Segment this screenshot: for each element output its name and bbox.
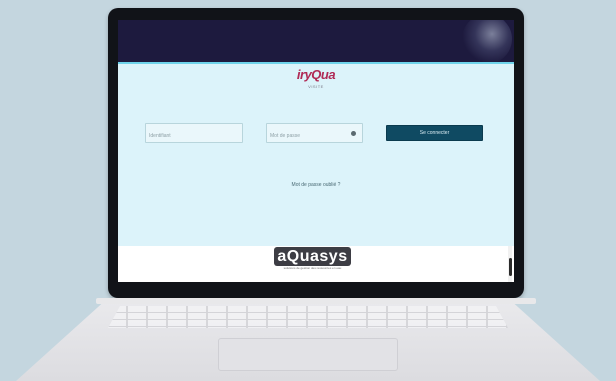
keyboard-rows bbox=[108, 306, 508, 328]
laptop-screen: iryQua VISITE Se connecter Mot de passe … bbox=[118, 20, 514, 282]
trackpad bbox=[218, 338, 398, 371]
laptop-hinge bbox=[96, 298, 536, 304]
logo-text: iryQua bbox=[296, 67, 336, 82]
password-field[interactable] bbox=[266, 123, 363, 145]
logo-subtext: VISITE bbox=[308, 84, 324, 89]
forgot-password-link[interactable]: Mot de passe oublié ? bbox=[278, 182, 354, 188]
footer-logo-text: aQuasys bbox=[274, 247, 351, 266]
scrollbar-thumb[interactable] bbox=[509, 258, 512, 276]
login-button[interactable]: Se connecter bbox=[386, 125, 483, 141]
aquasys-logo: aQuasys solutions de gestion des ressour… bbox=[274, 247, 351, 273]
eye-icon[interactable] bbox=[351, 131, 356, 136]
password-input[interactable] bbox=[267, 127, 362, 145]
footer: aQuasys solutions de gestion des ressour… bbox=[118, 246, 514, 282]
footer-tagline: solutions de gestion des ressources en e… bbox=[283, 266, 342, 270]
top-banner bbox=[118, 20, 514, 64]
login-panel: iryQua VISITE Se connecter Mot de passe … bbox=[118, 62, 514, 246]
username-field[interactable] bbox=[145, 123, 243, 145]
globe-graphic bbox=[462, 20, 512, 64]
username-input[interactable] bbox=[146, 127, 242, 145]
iryqua-logo: iryQua VISITE bbox=[288, 66, 344, 89]
